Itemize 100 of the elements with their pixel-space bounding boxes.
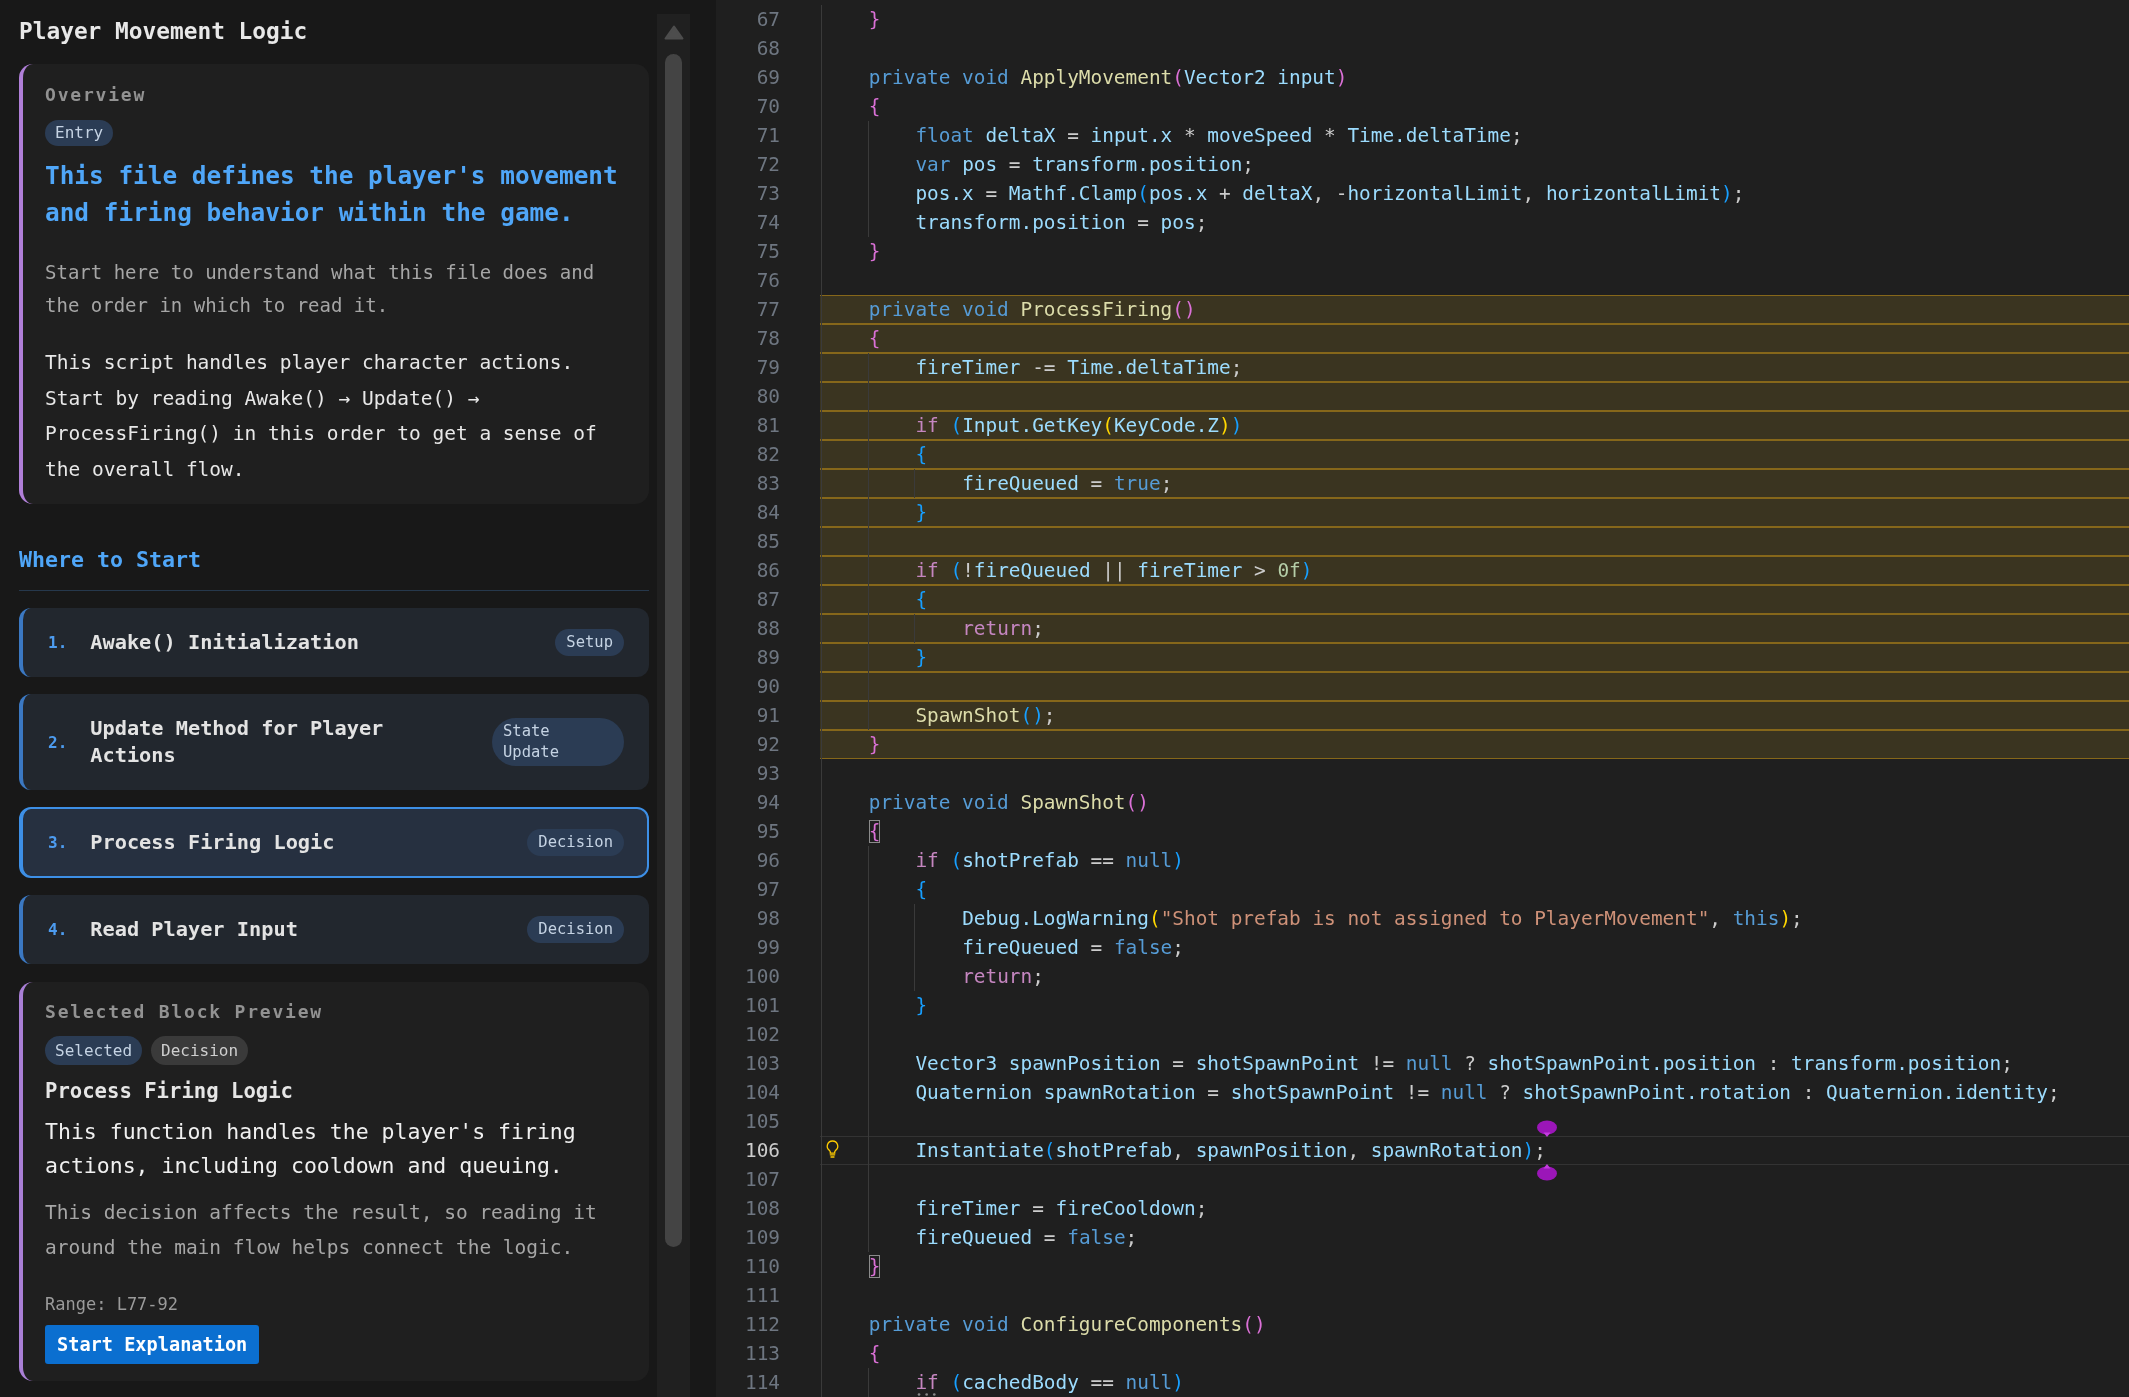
code-line: fireTimer -= Time.deltaTime;	[915, 355, 1243, 381]
line-number: 111	[744, 1283, 780, 1309]
line-number: 89	[756, 645, 780, 671]
card-label: Overview	[45, 84, 147, 106]
step-title: Read Player Input	[90, 917, 298, 941]
code-line: }	[915, 500, 928, 526]
code-line: }	[868, 239, 881, 265]
code-line: pos.x = Mathf.Clamp(pos.x + deltaX, -horizontalLimit, horizontalLimit);	[915, 181, 1745, 207]
code-line: var pos = transform.position;	[915, 152, 1254, 178]
line-number: 100	[744, 964, 780, 990]
line-number: 81	[756, 413, 780, 439]
line-number: 67	[756, 7, 780, 33]
code-line: transform.position = pos;	[915, 210, 1208, 236]
code-line: float deltaX = input.x * moveSpeed * Time.deltaTime;	[915, 123, 1523, 149]
code-line: return;	[962, 964, 1044, 990]
line-number: 73	[756, 181, 780, 207]
line-number: 83	[756, 471, 780, 497]
step-tag: State Update	[492, 718, 624, 766]
step-number: 1.	[48, 632, 68, 654]
line-number: 79	[756, 355, 780, 381]
code-line: if (shotPrefab == null)	[915, 848, 1184, 874]
line-number: 76	[756, 268, 780, 294]
line-number: 101	[744, 993, 780, 1019]
line-number: 92	[756, 732, 780, 758]
line-number: 102	[744, 1022, 780, 1048]
line-number: 75	[756, 239, 780, 265]
overview-heading: This file defines the player's movement and firing behavior within the game.	[45, 160, 619, 229]
line-number: 91	[756, 703, 780, 729]
code-line: Vector3 spawnPosition = shotSpawnPoint != null ? shotSpawnPoint.position : transform.position;	[915, 1051, 2013, 1077]
code-line: SpawnShot();	[915, 703, 1056, 729]
line-number: 85	[756, 529, 780, 555]
code-line: if (cachedBody == null)	[915, 1370, 1184, 1396]
step-title: Awake() Initialization	[90, 630, 359, 654]
line-number: 105	[744, 1109, 780, 1135]
line-number: 84	[756, 500, 780, 526]
line-number: 68	[756, 36, 780, 62]
code-line: fireQueued = false;	[962, 935, 1184, 961]
code-line: }	[915, 993, 928, 1019]
tag-badge: Selected	[45, 1036, 143, 1065]
code-line: fireQueued = false;	[915, 1225, 1138, 1251]
step-card[interactable]: 2. Update Method for Player Actions State Update	[19, 694, 649, 790]
code-line: private void ProcessFiring()	[868, 297, 1196, 323]
line-number: 80	[756, 384, 780, 410]
code-line: {	[915, 587, 928, 613]
lightbulb-icon[interactable]	[825, 1140, 840, 1158]
line-number: 69	[756, 65, 780, 91]
code-line: Instantiate(shotPrefab, spawnPosition, spawnRotation);	[915, 1138, 1546, 1164]
intro-text: Start here to understand what this file does and the order in which to read it.	[45, 260, 596, 318]
line-number: 103	[744, 1051, 780, 1077]
line-number: 74	[756, 210, 780, 236]
summary-text: This script handles player character actions. Start by reading Awake() → Update() → ProcessFiring() in this order to get a sense of the overall flow.	[45, 350, 598, 483]
preview-summary: This function handles the player's firing actions, including cooldown and queuing.	[45, 1118, 577, 1180]
step-card[interactable]: 1. Awake() Initialization Setup	[19, 608, 649, 677]
code-line: {	[868, 819, 881, 845]
cursor-handle-icon[interactable]	[1536, 1164, 1559, 1181]
line-number: 114	[744, 1370, 780, 1396]
code-line: {	[915, 442, 928, 468]
line-number: 106	[744, 1138, 780, 1164]
range-text: Range: L77-92	[45, 1293, 179, 1315]
line-number: 107	[744, 1167, 780, 1193]
line-number: 88	[756, 616, 780, 642]
step-tag: Decision	[527, 829, 624, 856]
code-line: {	[915, 877, 928, 903]
line-number: 78	[756, 326, 780, 352]
code-line: }	[868, 7, 881, 33]
line-number: 95	[756, 819, 780, 845]
code-line: {	[868, 326, 881, 352]
scrollbar-thumb[interactable]	[665, 54, 682, 1247]
start-explanation-button[interactable]: Start Explanation	[45, 1325, 260, 1364]
code-line: {	[868, 94, 881, 120]
line-number: 112	[744, 1312, 780, 1338]
code-line: fireTimer = fireCooldown;	[915, 1196, 1208, 1222]
code-line: }	[868, 732, 881, 758]
preview-note: This decision affects the result, so reading it around the main flow helps connect the logic.	[45, 1200, 598, 1261]
line-number: 110	[744, 1254, 780, 1280]
code-line: }	[868, 1254, 881, 1280]
up-arrow-icon[interactable]	[663, 25, 684, 40]
step-tag: Decision	[527, 916, 624, 943]
step-card[interactable]: 3. Process Firing Logic Decision	[19, 807, 649, 878]
panel-title: Player Movement Logic	[19, 17, 308, 45]
line-number: 77	[756, 297, 780, 323]
step-tag: Setup	[555, 629, 624, 656]
tag-badge: Entry	[45, 120, 114, 146]
step-number: 2.	[48, 731, 68, 754]
code-line: Quaternion spawnRotation = shotSpawnPoint != null ? shotSpawnPoint.rotation : Quaternion.identity;	[915, 1080, 2060, 1106]
line-number: 108	[744, 1196, 780, 1222]
card-label: Selected Block Preview	[45, 1001, 323, 1023]
line-number: 96	[756, 848, 780, 874]
code-line: return;	[962, 616, 1044, 642]
code-line: Debug.LogWarning("Shot prefab is not assigned to PlayerMovement", this);	[962, 906, 1803, 932]
line-number: 94	[756, 790, 780, 816]
step-card[interactable]: 4. Read Player Input Decision	[19, 895, 649, 964]
cursor-handle-icon[interactable]	[1536, 1120, 1559, 1137]
line-number: 97	[756, 877, 780, 903]
line-number: 93	[756, 761, 780, 787]
code-line: if (!fireQueued || fireTimer > 0f)	[915, 558, 1313, 584]
line-number: 113	[744, 1341, 780, 1367]
tag-badge: Decision	[151, 1036, 249, 1065]
code-line: private void ApplyMovement(Vector2 input)	[868, 65, 1348, 91]
line-number: 87	[756, 587, 780, 613]
